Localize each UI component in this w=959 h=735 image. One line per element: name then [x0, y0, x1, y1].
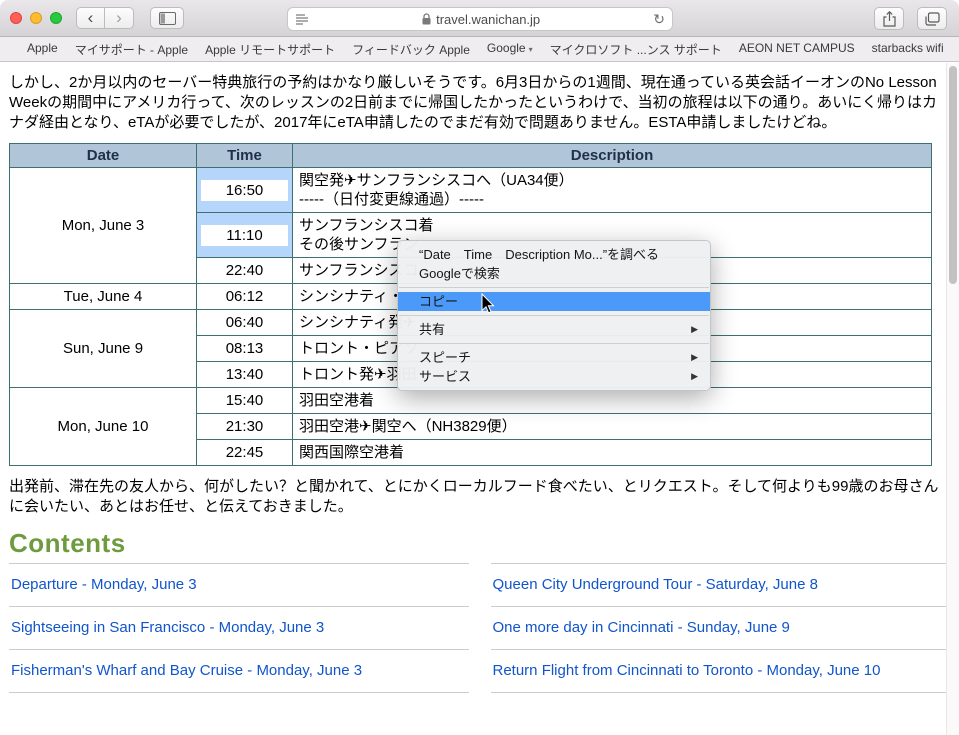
- time-cell: 08:13: [196, 335, 293, 362]
- description-cell: 羽田空港✈関空へ（NH3829便）: [292, 413, 932, 440]
- bookmark-items: Apple マイサポート - Apple Apple リモートサポート フィードバック…: [27, 41, 944, 58]
- chevron-down-icon: ▾: [528, 44, 533, 54]
- toc-link[interactable]: One more day in Cincinnati - Sunday, Jun…: [490, 607, 950, 650]
- menu-item[interactable]: 共有 ▶: [398, 320, 710, 339]
- time-cell: 21:30: [196, 413, 293, 440]
- submenu-arrow-icon: ▶: [691, 371, 698, 381]
- zoom-window-button[interactable]: [50, 12, 62, 24]
- menu-separator: [399, 343, 709, 344]
- time-cell: 15:40: [196, 387, 293, 414]
- column-header: Description: [292, 143, 932, 168]
- menu-separator: [399, 287, 709, 288]
- minimize-window-button[interactable]: [30, 12, 42, 24]
- url-text: travel.wanichan.jp: [436, 11, 541, 27]
- date-cell: Sun, June 9: [9, 309, 197, 388]
- itinerary-row: Mon, June 3 16:50 関空発✈サンフランシスコへ（UA34便） ----…: [9, 167, 932, 284]
- close-window-button[interactable]: [10, 12, 22, 24]
- context-menu: “Date Time Description Mo...”を調べる Googleで…: [397, 240, 711, 391]
- toolbar-right: [874, 7, 947, 30]
- time-cell: 22:45: [196, 439, 293, 466]
- bookmark-item[interactable]: フィードバック Apple: [352, 41, 470, 58]
- menu-item[interactable]: Googleで検索: [398, 264, 710, 283]
- time-cell: 11:10: [196, 212, 293, 258]
- time-value: 11:10: [201, 224, 288, 246]
- menu-item-label: スピーチ: [419, 350, 472, 365]
- menu-item[interactable]: “Date Time Description Mo...”を調べる: [398, 245, 710, 264]
- menu-item-label: サービス: [419, 369, 472, 384]
- bookmark-item[interactable]: AEON NET CAMPUS: [739, 41, 855, 58]
- submenu-arrow-icon: ▶: [691, 352, 698, 362]
- address-bar[interactable]: travel.wanichan.jp ↻: [287, 7, 673, 31]
- itinerary-row: Mon, June 10 15:40 羽田空港着: [9, 387, 932, 466]
- date-cell: Tue, June 4: [9, 283, 197, 310]
- table-header-row: Date Time Description: [9, 143, 932, 168]
- toc-right-column: Queen City Underground Tour - Saturday, …: [490, 563, 950, 693]
- navigation-buttons: ‹ ›: [76, 7, 134, 29]
- menu-item-label: 共有: [419, 322, 446, 337]
- description-cell: 羽田空港着: [292, 387, 932, 414]
- sidebar-icon: [158, 11, 176, 25]
- toc-left-column: Departure - Monday, June 3 Sightseeing in…: [9, 563, 469, 693]
- back-button[interactable]: ‹: [76, 7, 105, 29]
- safari-window: ‹ › travel.wanichan.jp ↻ Apple マイサポート - A…: [0, 0, 959, 735]
- reader-icon[interactable]: [295, 13, 309, 25]
- bookmark-item[interactable]: マイサポート - Apple: [75, 41, 188, 58]
- window-controls: [10, 12, 62, 24]
- page-content: しかし、2か月以内のセーバー特典旅行の予約はかなり厳しいそうです。6月3日からの…: [0, 63, 959, 735]
- menu-item-label: コピー: [419, 294, 459, 309]
- menu-separator: [399, 315, 709, 316]
- column-header: Date: [9, 143, 197, 168]
- time-cell: 16:50: [196, 167, 293, 213]
- time-value: 16:50: [201, 179, 288, 201]
- menu-item[interactable]: サービス ▶: [398, 367, 710, 386]
- submenu-arrow-icon: ▶: [691, 324, 698, 334]
- bookmark-item[interactable]: Google ▾: [487, 41, 533, 58]
- share-icon: [882, 10, 896, 27]
- bookmark-item[interactable]: Apple: [27, 41, 58, 58]
- menu-item-label: “Date Time Description Mo...”を調べる: [419, 247, 660, 262]
- menu-item[interactable]: コピー: [398, 292, 710, 311]
- bookmark-item[interactable]: Apple リモートサポート: [205, 41, 335, 58]
- time-cell: 06:40: [196, 309, 293, 336]
- bookmark-item[interactable]: マイクロソフト ...ンス サポート: [550, 41, 722, 58]
- url-display: travel.wanichan.jp: [309, 12, 653, 27]
- share-button[interactable]: [874, 7, 904, 30]
- forward-button[interactable]: ›: [105, 7, 134, 29]
- toc-link[interactable]: Sightseeing in San Francisco - Monday, J…: [9, 607, 469, 650]
- lock-icon: [422, 13, 431, 25]
- contents-heading: Contents: [9, 528, 126, 558]
- scrollbar-thumb[interactable]: [949, 66, 957, 284]
- date-cell: Mon, June 10: [9, 387, 197, 466]
- toc-link[interactable]: Return Flight from Cincinnati to Toronto…: [490, 650, 950, 693]
- intro-paragraph: しかし、2か月以内のセーバー特典旅行の予約はかなり厳しいそうです。6月3日からの…: [9, 74, 937, 131]
- vertical-scrollbar[interactable]: [946, 63, 959, 735]
- bookmark-item[interactable]: starbacks wifi: [872, 41, 944, 58]
- outro-paragraph: 出発前、滞在先の友人から、何がしたい？と聞かれて、とにかくローカルフード食べたい…: [9, 478, 939, 515]
- description-cell: 関空発✈サンフランシスコへ（UA34便） -----（日付変更線通過）-----: [292, 167, 932, 213]
- tab-overview-button[interactable]: [917, 7, 947, 30]
- table-of-contents: Departure - Monday, June 3 Sightseeing in…: [9, 563, 950, 693]
- toc-link[interactable]: Departure - Monday, June 3: [9, 564, 469, 607]
- time-cell: 22:40: [196, 257, 293, 284]
- tabs-icon: [924, 11, 940, 26]
- bookmarks-bar: Apple マイサポート - Apple Apple リモートサポート フィードバック…: [0, 37, 959, 62]
- column-header: Time: [196, 143, 293, 168]
- refresh-icon[interactable]: ↻: [653, 11, 665, 28]
- time-cell: 13:40: [196, 361, 293, 388]
- mouse-cursor: [481, 293, 495, 314]
- time-cell: 06:12: [196, 283, 293, 310]
- sidebar-toggle-button[interactable]: [150, 7, 184, 29]
- title-bar: ‹ › travel.wanichan.jp ↻: [0, 0, 959, 37]
- toc-link[interactable]: Queen City Underground Tour - Saturday, …: [490, 564, 950, 607]
- description-cell: 関西国際空港着: [292, 439, 932, 466]
- menu-item-label: Googleで検索: [419, 266, 500, 281]
- toc-link[interactable]: Fisherman's Wharf and Bay Cruise - Monda…: [9, 650, 469, 693]
- menu-item[interactable]: スピーチ ▶: [398, 348, 710, 367]
- date-cell: Mon, June 3: [9, 167, 197, 284]
